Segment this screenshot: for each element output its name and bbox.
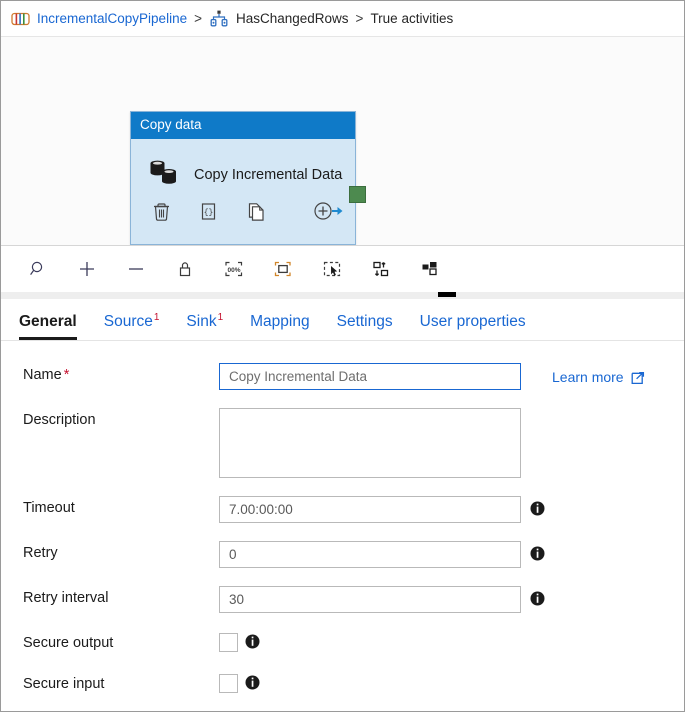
- secure-output-field-wrap: [219, 631, 260, 654]
- retry-field-wrap: [219, 541, 545, 568]
- tab-source[interactable]: Source1: [104, 312, 160, 340]
- activity-card-body: Copy Incremental Data {}: [131, 139, 366, 244]
- tab-source-label: Source: [103, 313, 153, 330]
- secure-input-field-wrap: [219, 672, 260, 695]
- name-label: Name *: [23, 363, 219, 383]
- general-tab-form: Name* Description Timeout: [1, 341, 684, 695]
- tab-user-properties-label: User properties: [419, 313, 526, 330]
- tab-mapping[interactable]: Mapping: [250, 313, 309, 340]
- code-view-icon[interactable]: {}: [200, 202, 217, 221]
- form-row-secure-output: Secure output: [1, 631, 684, 654]
- breadcrumb-separator-1: >: [194, 11, 202, 26]
- description-label: Description: [23, 412, 96, 428]
- tab-settings-label: Settings: [336, 313, 393, 330]
- tab-general[interactable]: General: [19, 313, 77, 340]
- zoom-to-fit-icon[interactable]: [268, 254, 298, 284]
- info-icon[interactable]: [245, 634, 260, 654]
- breadcrumb-condition-name[interactable]: HasChangedRows: [236, 11, 349, 26]
- properties-tabs: General Source1 Sink1 Mapping Settings U…: [1, 299, 684, 341]
- tab-user-properties[interactable]: User properties: [420, 313, 526, 340]
- retry-input[interactable]: [219, 541, 521, 568]
- external-link-icon: [631, 370, 646, 385]
- tab-source-badge: 1: [153, 311, 160, 323]
- canvas-horizontal-scrollbar[interactable]: [1, 292, 684, 299]
- learn-more-link[interactable]: Learn more: [552, 369, 646, 385]
- secure-output-label: Secure output: [23, 635, 114, 651]
- activity-card-copy-data[interactable]: Copy data Copy Incremental Data {}: [130, 111, 366, 245]
- activity-card-actions: {}: [131, 197, 355, 221]
- breadcrumb-branch-name: True activities: [370, 11, 454, 26]
- retry-interval-label: Retry interval: [23, 590, 109, 606]
- svg-text:{}: {}: [204, 208, 214, 217]
- timeout-field-wrap: [219, 496, 545, 523]
- pipeline-icon: [11, 12, 30, 26]
- activity-card-header: Copy data: [131, 112, 355, 139]
- name-label-text: Name: [23, 367, 62, 383]
- learn-more-label: Learn more: [552, 369, 624, 385]
- canvas-toolbar: 00%: [1, 246, 684, 292]
- breadcrumb-pipeline-link[interactable]: IncrementalCopyPipeline: [37, 11, 187, 26]
- breadcrumb: IncrementalCopyPipeline > HasChangedRows…: [1, 1, 684, 37]
- description-input[interactable]: [219, 408, 521, 478]
- activity-card-title: Copy Incremental Data: [194, 167, 343, 183]
- pipeline-canvas[interactable]: Copy data Copy Incremental Data {}: [1, 37, 684, 246]
- info-icon[interactable]: [530, 546, 545, 566]
- zoom-100-icon[interactable]: 00%: [219, 254, 249, 284]
- timeout-label: Timeout: [23, 500, 75, 516]
- name-required-asterisk: *: [63, 367, 70, 383]
- clone-activity-icon[interactable]: [247, 202, 265, 221]
- form-row-description: Description: [1, 408, 684, 478]
- retry-label: Retry: [23, 545, 58, 561]
- info-icon[interactable]: [530, 501, 545, 521]
- auto-align-vertical-icon[interactable]: [366, 254, 396, 284]
- scrollbar-thumb[interactable]: [438, 292, 456, 297]
- ui-root: IncrementalCopyPipeline > HasChangedRows…: [0, 0, 685, 712]
- form-row-secure-input: Secure input: [1, 672, 684, 695]
- lock-icon[interactable]: [170, 254, 200, 284]
- delete-activity-icon[interactable]: [153, 202, 170, 221]
- retry-interval-input[interactable]: [219, 586, 521, 613]
- tab-general-label: General: [19, 313, 77, 330]
- tab-mapping-label: Mapping: [250, 313, 310, 330]
- timeout-input[interactable]: [219, 496, 521, 523]
- select-mode-icon[interactable]: [317, 254, 347, 284]
- info-icon[interactable]: [245, 675, 260, 695]
- tab-sink-badge: 1: [217, 311, 224, 323]
- retry-interval-field-wrap: [219, 586, 545, 613]
- tab-sink[interactable]: Sink1: [186, 312, 223, 340]
- zoom-out-icon[interactable]: [121, 254, 151, 284]
- tab-settings[interactable]: Settings: [337, 313, 393, 340]
- name-input[interactable]: [219, 363, 521, 390]
- zoom-search-icon[interactable]: [23, 254, 53, 284]
- activity-card-main: Copy Incremental Data: [131, 139, 355, 197]
- secure-input-checkbox[interactable]: [219, 674, 238, 693]
- svg-text:00%: 00%: [227, 267, 240, 274]
- description-field-wrap: [219, 408, 521, 478]
- tab-sink-label: Sink: [186, 313, 217, 330]
- info-icon[interactable]: [530, 591, 545, 611]
- form-row-retry: Retry: [1, 541, 684, 568]
- add-output-icon[interactable]: [313, 201, 345, 221]
- secure-input-label: Secure input: [23, 676, 105, 692]
- name-field-wrap: [219, 363, 521, 390]
- zoom-in-icon[interactable]: [72, 254, 102, 284]
- form-row-timeout: Timeout: [1, 496, 684, 523]
- secure-output-checkbox[interactable]: [219, 633, 238, 652]
- form-row-retry-interval: Retry interval: [1, 586, 684, 613]
- copy-data-icon: [148, 158, 180, 193]
- if-condition-icon: [209, 10, 229, 28]
- auto-align-horizontal-icon[interactable]: [415, 254, 445, 284]
- breadcrumb-separator-2: >: [355, 11, 364, 26]
- output-port[interactable]: [349, 186, 366, 203]
